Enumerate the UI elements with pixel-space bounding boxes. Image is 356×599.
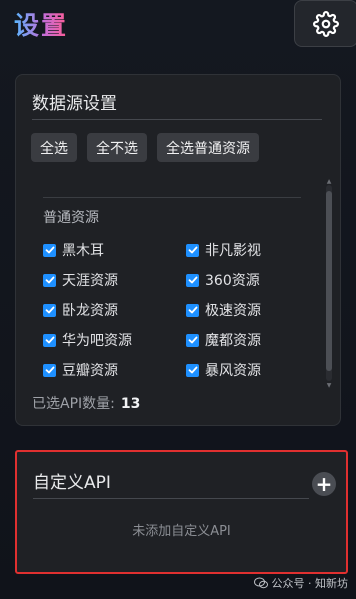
source-item[interactable]: 豆瓣资源 (43, 359, 118, 381)
scroll-down-arrow[interactable]: ▼ (326, 383, 332, 389)
source-item-label: 极速资源 (205, 303, 261, 319)
source-item[interactable]: 暴风资源 (186, 359, 261, 381)
plus-icon: + (315, 472, 333, 496)
source-item-label: 非凡影视 (205, 243, 261, 259)
source-item-label: 豆瓣资源 (62, 363, 118, 379)
list-divider (43, 197, 301, 198)
source-item-label: 黑木耳 (62, 243, 104, 259)
check-icon (188, 336, 197, 344)
source-item[interactable]: 极速资源 (186, 299, 261, 321)
checkbox[interactable] (186, 303, 199, 317)
page-title: 设置 (14, 6, 68, 42)
custom-api-empty-text: 未添加自定义API (132, 524, 231, 539)
selected-count-value: 13 (120, 396, 141, 412)
checkbox[interactable] (43, 273, 56, 287)
source-item[interactable]: 天涯资源 (43, 269, 118, 291)
data-source-title: 数据源设置 (32, 94, 117, 114)
check-icon (45, 306, 54, 314)
select-none-button[interactable]: 全不选 (87, 133, 147, 162)
custom-title-divider (33, 498, 309, 499)
check-icon (45, 276, 54, 284)
source-item-label: 暴风资源 (205, 363, 261, 379)
custom-api-panel: 自定义API + 未添加自定义API (15, 450, 348, 574)
check-icon (188, 306, 197, 314)
source-item[interactable]: 360资源 (186, 269, 260, 291)
check-icon (188, 276, 197, 284)
source-list: 普通资源 黑木耳 非凡影视天涯资源 360资源卧龙资源 极速资源华为吧资源 魔都资源豆瓣… (31, 179, 323, 381)
source-item[interactable]: 华为吧资源 (43, 329, 132, 351)
settings-page: 设置 数据源设置 全选 全不选 全选普通资源 普通资源 黑木耳 非凡影视天涯资源 3… (0, 0, 356, 599)
watermark: 公众号 · 知新坊 (253, 575, 349, 591)
checkbox[interactable] (43, 333, 56, 347)
data-source-panel: 数据源设置 全选 全不选 全选普通资源 普通资源 黑木耳 非凡影视天涯资源 360资… (15, 74, 341, 426)
source-item-label: 魔都资源 (205, 333, 261, 349)
title-divider (32, 119, 322, 120)
check-icon (45, 336, 54, 344)
group-title: 普通资源 (43, 210, 99, 226)
add-custom-api-button[interactable]: + (312, 472, 336, 496)
list-scrollbar[interactable] (326, 185, 332, 381)
custom-api-title: 自定义API (33, 473, 111, 493)
check-icon (188, 366, 197, 374)
source-item-label: 天涯资源 (62, 273, 118, 289)
checkbox[interactable] (186, 273, 199, 287)
source-item-label: 360资源 (205, 273, 260, 289)
source-item[interactable]: 魔都资源 (186, 329, 261, 351)
source-item[interactable]: 卧龙资源 (43, 299, 118, 321)
check-icon (45, 246, 54, 254)
scroll-thumb[interactable] (326, 191, 332, 371)
gear-icon (313, 10, 339, 37)
selected-count: 已选API数量: 13 (32, 393, 140, 413)
source-item-label: 华为吧资源 (62, 333, 132, 349)
source-item[interactable]: 黑木耳 (43, 239, 104, 261)
watermark-text: 公众号 · 知新坊 (271, 577, 349, 590)
checkbox[interactable] (186, 333, 199, 347)
selected-count-label: 已选API数量: (32, 396, 115, 412)
checkbox[interactable] (186, 363, 199, 377)
source-item[interactable]: 非凡影视 (186, 239, 261, 261)
checkbox[interactable] (43, 303, 56, 317)
wechat-icon (253, 577, 268, 589)
settings-button[interactable] (294, 0, 356, 47)
select-button-row: 全选 全不选 全选普通资源 (31, 133, 259, 162)
check-icon (45, 366, 54, 374)
check-icon (188, 246, 197, 254)
checkbox[interactable] (43, 363, 56, 377)
select-normal-button[interactable]: 全选普通资源 (157, 133, 259, 162)
source-item-label: 卧龙资源 (62, 303, 118, 319)
checkbox[interactable] (186, 243, 199, 257)
checkbox[interactable] (43, 243, 56, 257)
select-all-button[interactable]: 全选 (31, 133, 77, 162)
